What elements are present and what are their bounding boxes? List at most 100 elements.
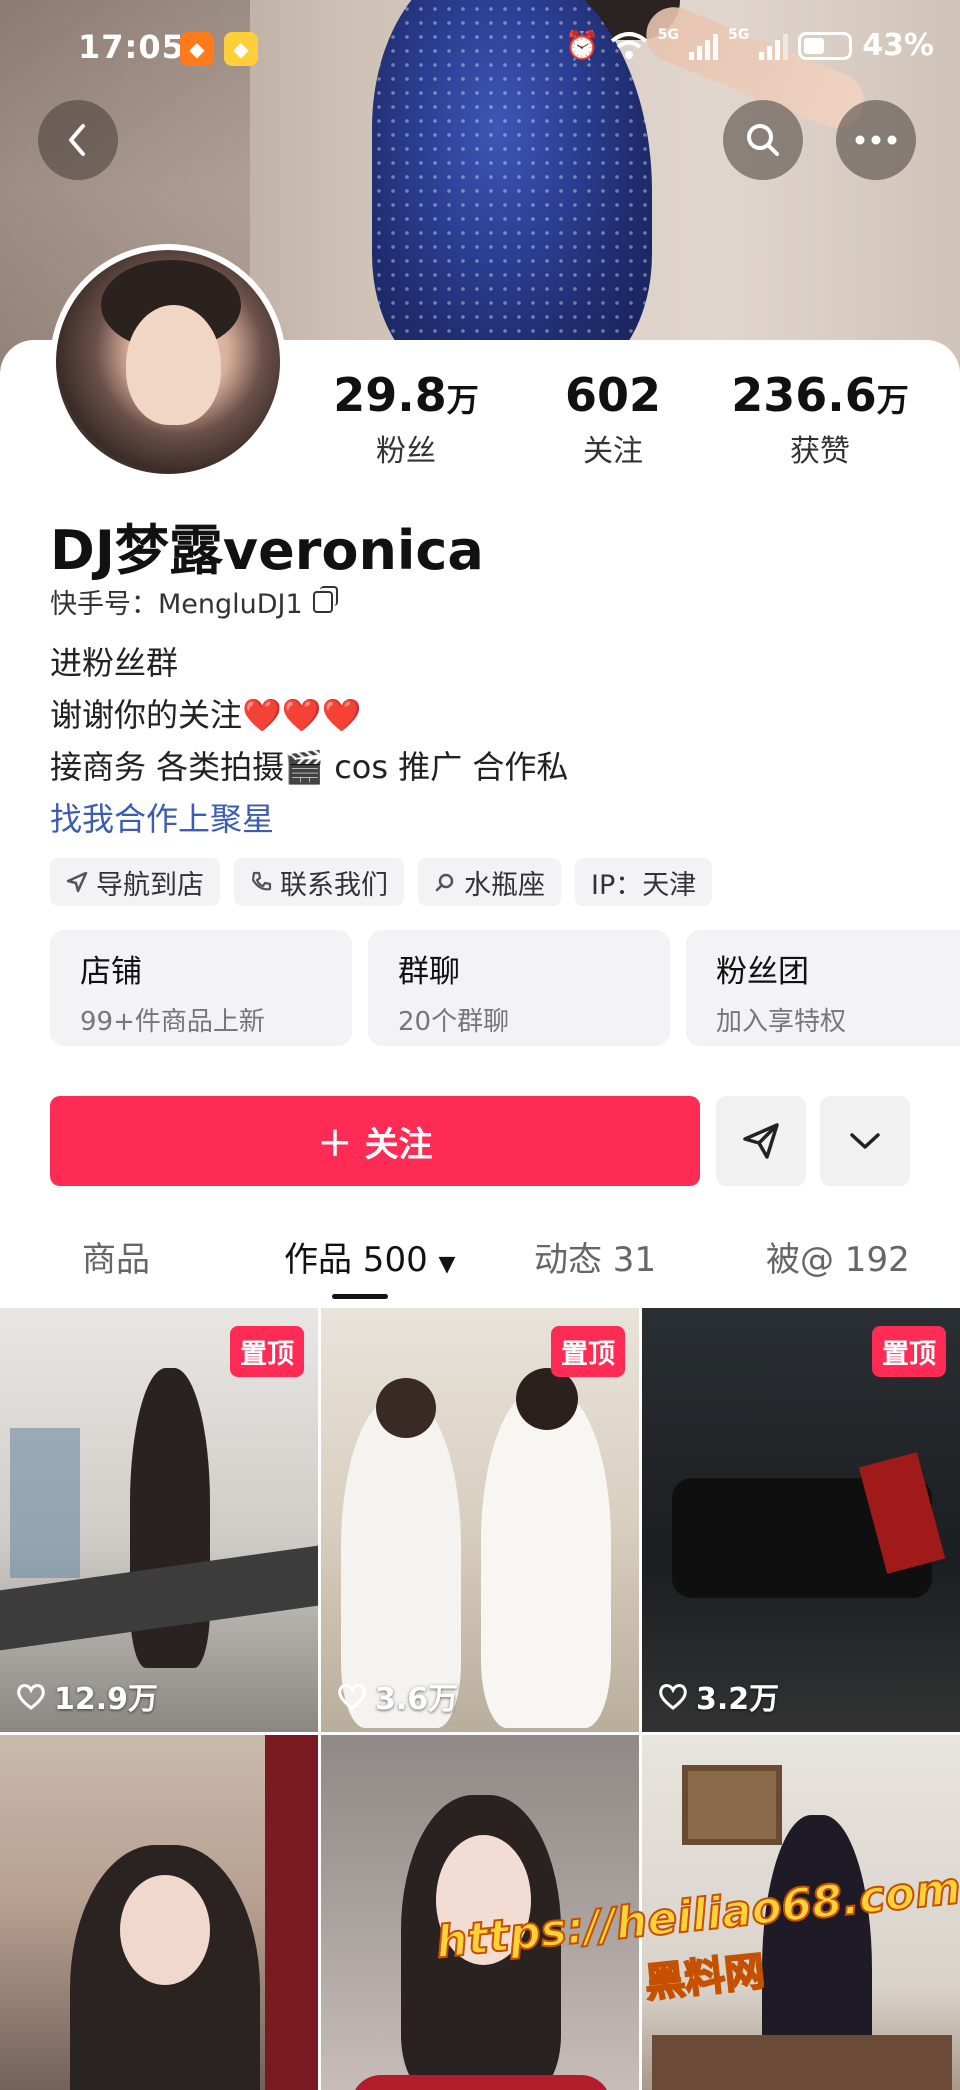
card-fan-club[interactable]: 粉丝团 加入享特权 (686, 930, 960, 1046)
tab-active-indicator (332, 1294, 388, 1299)
chip-label: IP：天津 (591, 869, 697, 901)
chip-contact[interactable]: 联系我们 (234, 858, 404, 906)
card-group-chat[interactable]: 群聊 20个群聊 (368, 930, 670, 1046)
thumb-head (516, 1368, 578, 1430)
tab-products[interactable]: 商品 (82, 1232, 150, 1281)
stat-label: 关注 (583, 434, 643, 469)
copy-icon[interactable] (312, 585, 338, 613)
stat-label: 获赞 (790, 434, 850, 469)
thumb-figure (481, 1388, 611, 1728)
stat-following[interactable]: 602 关注 (513, 368, 713, 470)
stat-number: 29.8万 (333, 368, 479, 422)
more-button[interactable] (836, 100, 916, 180)
video-thumbnail[interactable] (0, 1735, 318, 2090)
heart-icon (659, 1684, 687, 1710)
chip-navigate[interactable]: 导航到店 (50, 858, 220, 906)
bio-line-2-text: 谢谢你的关注 (50, 696, 243, 734)
card-shop[interactable]: 店铺 99+件商品上新 (50, 930, 352, 1046)
stat-label: 粉丝 (376, 434, 436, 469)
fox-app-icon: ◆ (180, 32, 214, 66)
heart-icon (17, 1684, 45, 1710)
pinned-badge: 置顶 (872, 1326, 946, 1377)
thumb-curtain (265, 1735, 318, 2090)
likes-value: 3.2万 (696, 1682, 780, 1717)
tab-works[interactable]: 作品 500 ▼ (284, 1232, 455, 1281)
feature-cards: 店铺 99+件商品上新 群聊 20个群聊 粉丝团 加入享特权 (50, 930, 960, 1046)
tab-works-label: 作品 500 (284, 1240, 428, 1280)
card-subtitle: 加入享特权 (716, 1007, 847, 1037)
thumb-window (10, 1428, 80, 1578)
avatar[interactable] (50, 244, 286, 480)
card-subtitle: 99+件商品上新 (80, 1007, 265, 1037)
avatar-face (126, 305, 221, 425)
bio-line-1: 进粉丝群 (50, 644, 179, 682)
heart-emoji-icon: ❤️❤️❤️ (242, 696, 362, 734)
thumb-head (376, 1378, 436, 1438)
video-thumbnail[interactable]: 置顶 12.9万 (0, 1308, 318, 1732)
rabbit-app-icon: ◆ (224, 32, 258, 66)
pinned-badge: 置顶 (230, 1326, 304, 1377)
battery-icon (798, 31, 853, 60)
search-icon (435, 873, 454, 892)
stat-followers[interactable]: 29.8万 粉丝 (306, 368, 506, 470)
chip-zodiac[interactable]: 水瓶座 (418, 858, 561, 906)
stat-number: 602 (564, 368, 662, 422)
card-title: 粉丝团 (716, 954, 809, 990)
more-dots-icon (855, 135, 897, 145)
bio-collab-link[interactable]: 找我合作上聚星 (50, 794, 274, 840)
likes-value: 12.9万 (54, 1682, 159, 1717)
bio-line-3: 接商务 各类拍摄🎬 cos 推广 合作私 (50, 748, 569, 786)
share-button[interactable] (716, 1096, 806, 1186)
thumb-painting (682, 1765, 782, 1845)
likes-count: 3.2万 (658, 1674, 779, 1718)
status-right-group: ⏰ 5G 5G 43% (565, 28, 934, 63)
caret-down-icon: ▼ (438, 1252, 456, 1277)
video-thumbnail[interactable]: 置顶 3.2万 (642, 1308, 960, 1732)
chevron-left-icon (69, 124, 85, 156)
status-bar: 17:05 ◆ ◆ ⏰ 5G 5G 43% (0, 0, 960, 100)
card-title: 店铺 (80, 954, 142, 990)
back-button[interactable] (38, 100, 118, 180)
chip-ip: IP：天津 (575, 858, 713, 906)
alarm-icon: ⏰ (564, 29, 600, 62)
network-type-a: 5G (657, 27, 679, 43)
chip-label: 联系我们 (280, 869, 388, 901)
bio-line-2: 谢谢你的关注❤️❤️❤️ (50, 690, 362, 736)
stat-likes[interactable]: 236.6万 获赞 (720, 368, 920, 470)
card-subtitle: 20个群聊 (398, 1007, 510, 1037)
kuaishou-id-text: 快手号：MengluDJ1 (50, 589, 303, 620)
thumb-sofa (652, 2035, 952, 2090)
thumb-face (120, 1875, 210, 1985)
navigate-icon (66, 871, 88, 893)
pinned-badge: 置顶 (551, 1326, 625, 1377)
search-icon (747, 124, 779, 156)
follow-button[interactable]: + 关注 (50, 1096, 700, 1186)
heart-icon (338, 1684, 366, 1710)
chevron-down-icon (850, 1133, 880, 1149)
tab-moments[interactable]: 动态 31 (534, 1232, 656, 1281)
likes-count: 12.9万 (16, 1674, 158, 1718)
phone-icon (251, 871, 272, 891)
more-options-button[interactable] (820, 1096, 910, 1186)
thumb-top (351, 2075, 611, 2090)
chip-label: 导航到店 (96, 869, 204, 901)
network-type-b: 5G (727, 27, 750, 43)
content-tabs: 商品 作品 500 ▼ 动态 31 被@ 192 (0, 1220, 960, 1300)
info-chips: 导航到店 联系我们 水瓶座 IP：天津 (50, 858, 713, 906)
card-title: 群聊 (398, 954, 460, 990)
signal-icon-2 (759, 32, 789, 60)
status-time: 17:05 (78, 28, 185, 66)
battery-percent: 43% (862, 28, 934, 63)
kuaishou-id[interactable]: 快手号：MengluDJ1 (50, 582, 338, 621)
video-thumbnail[interactable]: 置顶 3.6万 (321, 1308, 639, 1732)
tab-mentions[interactable]: 被@ 192 (766, 1232, 910, 1281)
search-button[interactable] (723, 100, 803, 180)
likes-count: 3.6万 (337, 1674, 458, 1718)
likes-value: 3.6万 (375, 1682, 459, 1717)
plus-icon: + (317, 1116, 353, 1166)
wifi-icon (610, 31, 647, 59)
follow-label: 关注 (364, 1124, 433, 1165)
stat-number: 236.6万 (731, 368, 909, 422)
signal-icon (688, 32, 718, 60)
send-icon (743, 1123, 779, 1159)
